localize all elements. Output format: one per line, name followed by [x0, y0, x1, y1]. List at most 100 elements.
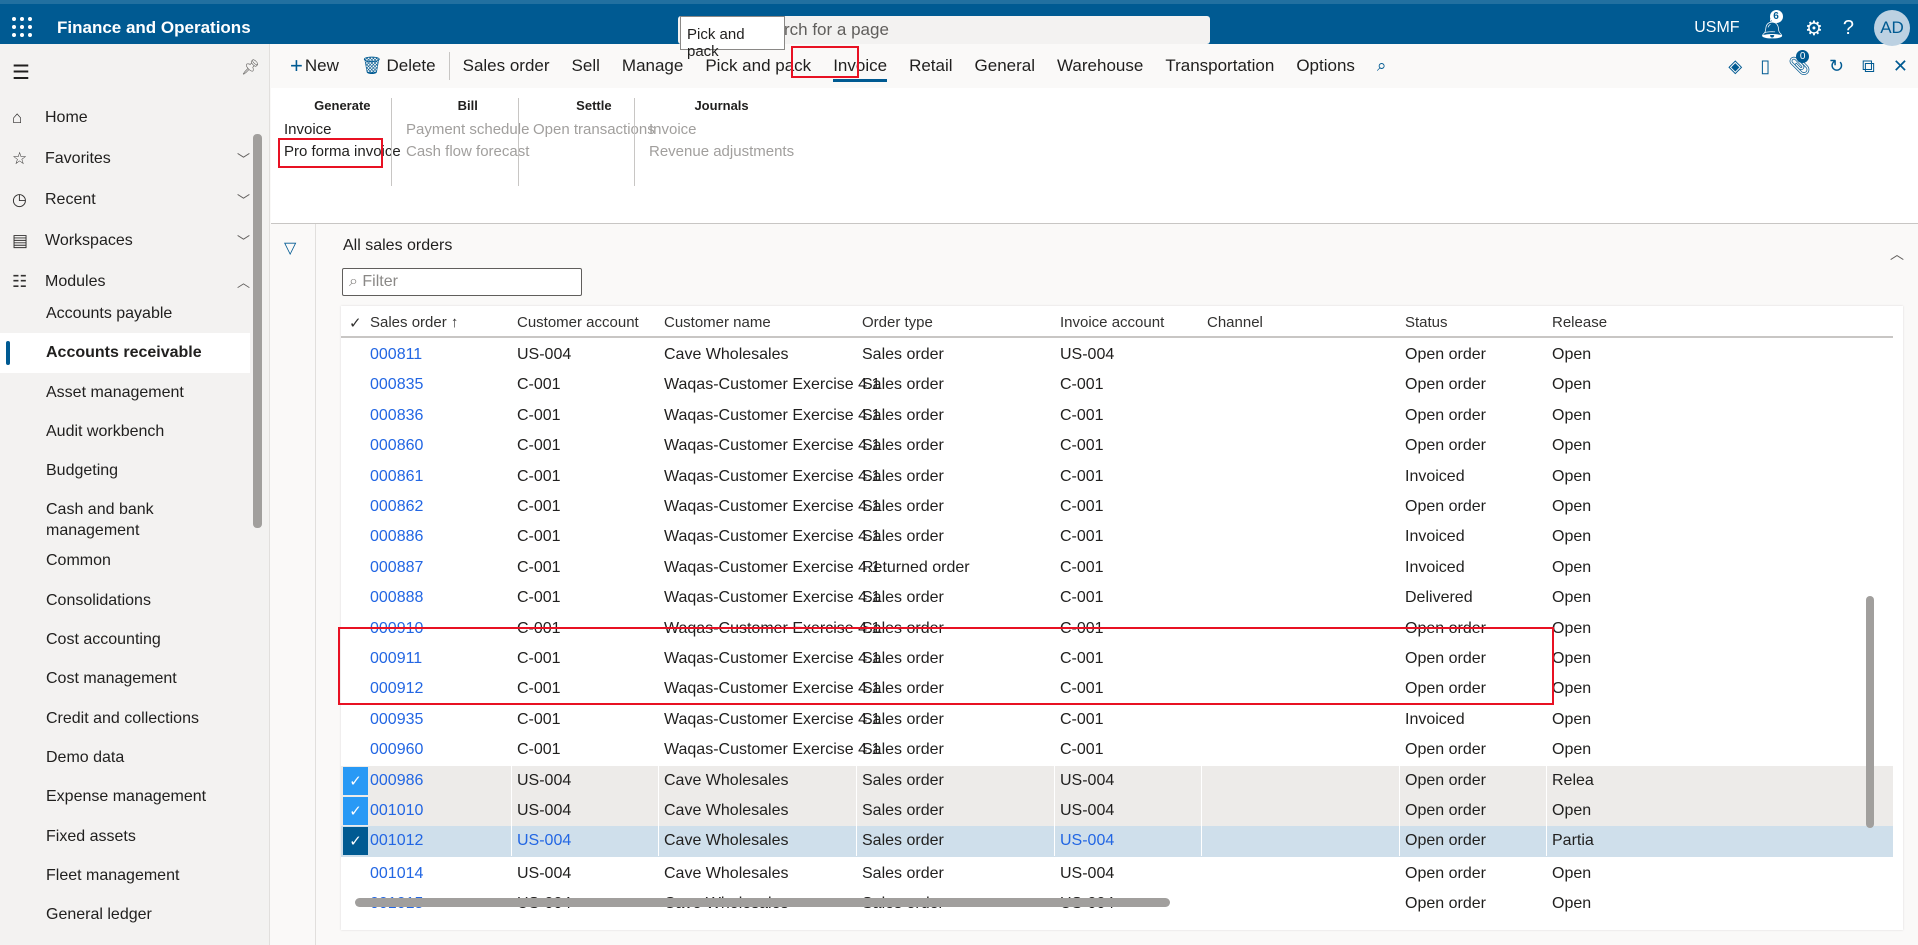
app-launcher-icon[interactable] [12, 17, 32, 37]
table-row[interactable]: ✓001014US-004Cave WholesalesSales orderU… [341, 859, 1893, 889]
ribbon-item-payment-schedule[interactable]: Payment schedule [406, 119, 529, 141]
column-header-status[interactable]: Status [1405, 314, 1448, 331]
module-item[interactable]: Cost accounting [0, 620, 250, 659]
module-item[interactable]: Accounts payable [0, 294, 250, 333]
search-actions-icon[interactable]: ⌕ [1366, 44, 1398, 88]
tab-transportation[interactable]: Transportation [1154, 44, 1285, 88]
column-header-order-type[interactable]: Order type [862, 314, 933, 331]
row-checkbox[interactable]: ✓ [343, 797, 368, 825]
module-item[interactable]: Asset management [0, 373, 250, 412]
hamburger-icon[interactable]: ☰ [12, 60, 30, 85]
collapse-ribbon-icon[interactable]: ︿ [1890, 244, 1904, 264]
column-header-customer-name[interactable]: Customer name [664, 314, 771, 331]
delete-button[interactable]: 🗑︎ Delete [350, 44, 447, 88]
company-selector[interactable]: USMF [1694, 19, 1739, 37]
filter-icon[interactable]: ▽ [284, 238, 296, 258]
table-row[interactable]: ✓000862C-001Waqas-Customer Exercise 4.1S… [341, 492, 1893, 522]
chevron-down-icon[interactable]: ﹀ [237, 231, 250, 250]
cell-so[interactable]: 000986 [370, 772, 423, 790]
tab-retail[interactable]: Retail [898, 44, 963, 88]
tab-warehouse[interactable]: Warehouse [1046, 44, 1154, 88]
tab-sell[interactable]: Sell [561, 44, 611, 88]
module-item[interactable]: Audit workbench [0, 412, 250, 451]
cell-so[interactable]: 001012 [370, 832, 423, 850]
ribbon-item-cash-flow-forecast[interactable]: Cash flow forecast [406, 141, 529, 163]
sidebar-item-favorites[interactable]: ☆ Favorites ﹀ [0, 138, 250, 179]
module-item[interactable]: Cost management [0, 659, 250, 698]
module-item[interactable]: Expense management [0, 777, 250, 816]
chevron-up-icon[interactable]: ︿ [237, 272, 250, 291]
table-row[interactable]: ✓000835C-001Waqas-Customer Exercise 4.1S… [341, 370, 1893, 400]
ribbon-item-open-transactions[interactable]: Open transactions [533, 119, 655, 141]
ribbon-item-invoice[interactable]: Invoice [649, 119, 794, 141]
cell-so[interactable]: 000835 [370, 376, 423, 394]
cell-so[interactable]: 000860 [370, 437, 423, 455]
module-item[interactable]: General ledger [0, 895, 250, 934]
cell-so[interactable]: 001010 [370, 802, 423, 820]
select-all-checkbox[interactable]: ✓ [349, 314, 362, 332]
bell-icon[interactable]: 🔔︎ 6 [1760, 9, 1785, 41]
sidebar-item-home[interactable]: ⌂ Home [0, 97, 250, 138]
column-header-sales-order[interactable]: Sales order ↑ [370, 314, 458, 331]
sidebar-item-workspaces[interactable]: ▤ Workspaces ﹀ [0, 220, 250, 261]
column-header-channel[interactable]: Channel [1207, 314, 1263, 331]
chevron-down-icon[interactable]: ﹀ [237, 149, 250, 168]
cell-so[interactable]: 000888 [370, 589, 423, 607]
horizontal-scrollbar[interactable] [355, 898, 1170, 907]
column-header-release[interactable]: Release [1552, 314, 1607, 331]
gear-icon[interactable]: ⚙ [1805, 16, 1823, 41]
cell-acct[interactable]: US-004 [517, 832, 571, 850]
cell-so[interactable]: 000836 [370, 407, 423, 425]
avatar[interactable]: AD [1874, 10, 1910, 46]
cell-so[interactable]: 000935 [370, 711, 423, 729]
tab-general[interactable]: General [964, 44, 1046, 88]
table-row[interactable]: ✓000860C-001Waqas-Customer Exercise 4.1S… [341, 431, 1893, 461]
cell-so[interactable]: 000811 [370, 346, 422, 364]
tab-manage[interactable]: Manage [611, 44, 694, 88]
table-row[interactable]: ✓000886C-001Waqas-Customer Exercise 4.1S… [341, 522, 1893, 552]
new-button[interactable]: + New [279, 44, 350, 88]
table-row[interactable]: ✓000935C-001Waqas-Customer Exercise 4.1S… [341, 705, 1893, 735]
column-header-invoice-account[interactable]: Invoice account [1060, 314, 1164, 331]
cell-so[interactable]: 000862 [370, 498, 423, 516]
ribbon-item-revenue-adjustments[interactable]: Revenue adjustments [649, 141, 794, 163]
row-checkbox[interactable]: ✓ [343, 827, 368, 856]
open-new-window-icon[interactable]: ⧉ [1862, 56, 1875, 77]
cell-so[interactable]: 000886 [370, 528, 423, 546]
module-item[interactable]: Common [0, 541, 250, 580]
attachments-icon[interactable]: 📎︎ 0 [1788, 49, 1811, 77]
cell-so[interactable]: 000960 [370, 741, 423, 759]
vertical-scrollbar[interactable] [1866, 596, 1874, 828]
office-icon[interactable]: ▯ [1760, 56, 1770, 77]
tab-options[interactable]: Options [1285, 44, 1366, 88]
row-checkbox[interactable]: ✓ [343, 766, 368, 795]
module-item[interactable]: Demo data [0, 738, 250, 777]
table-row[interactable]: ✓000836C-001Waqas-Customer Exercise 4.1S… [341, 401, 1893, 431]
cell-so[interactable]: 000861 [370, 468, 423, 486]
unpin-icon[interactable]: 📌︎ [241, 58, 260, 76]
table-row[interactable]: ✓ 001012 US-004 Cave Wholesales Sales order U… [341, 826, 1893, 857]
column-header-customer-account[interactable]: Customer account [517, 314, 639, 331]
table-row[interactable]: ✓000888C-001Waqas-Customer Exercise 4.1S… [341, 583, 1893, 613]
module-item[interactable]: Cash and bank management [0, 490, 200, 541]
table-row[interactable]: ✓000960C-001Waqas-Customer Exercise 4.1S… [341, 735, 1893, 765]
tab-sales-order[interactable]: Sales order [452, 44, 561, 88]
module-item[interactable]: Fleet management [0, 856, 250, 895]
module-item[interactable]: Budgeting [0, 451, 250, 490]
refresh-icon[interactable]: ↻ [1829, 56, 1844, 77]
help-icon[interactable]: ? [1843, 17, 1854, 40]
filter-input[interactable]: ⌕ Filter [342, 268, 582, 296]
module-item[interactable]: Accounts receivable [0, 333, 250, 373]
module-item[interactable]: Fixed assets [0, 817, 250, 856]
module-item[interactable]: Credit and collections [0, 699, 250, 738]
table-row[interactable]: ✓000887C-001Waqas-Customer Exercise 4.1R… [341, 553, 1893, 583]
table-row[interactable]: ✓ 000986 US-004 Cave Wholesales Sales order U… [341, 765, 1893, 796]
close-icon[interactable]: ✕ [1893, 56, 1908, 77]
chevron-down-icon[interactable]: ﹀ [237, 190, 250, 209]
cell-inv[interactable]: US-004 [1060, 832, 1114, 850]
power-apps-icon[interactable]: ◈ [1728, 56, 1742, 77]
cell-so[interactable]: 000887 [370, 559, 423, 577]
module-item[interactable]: Consolidations [0, 581, 250, 620]
cell-so[interactable]: 001014 [370, 865, 423, 883]
table-row[interactable]: ✓000811US-004Cave WholesalesSales orderU… [341, 340, 1893, 370]
